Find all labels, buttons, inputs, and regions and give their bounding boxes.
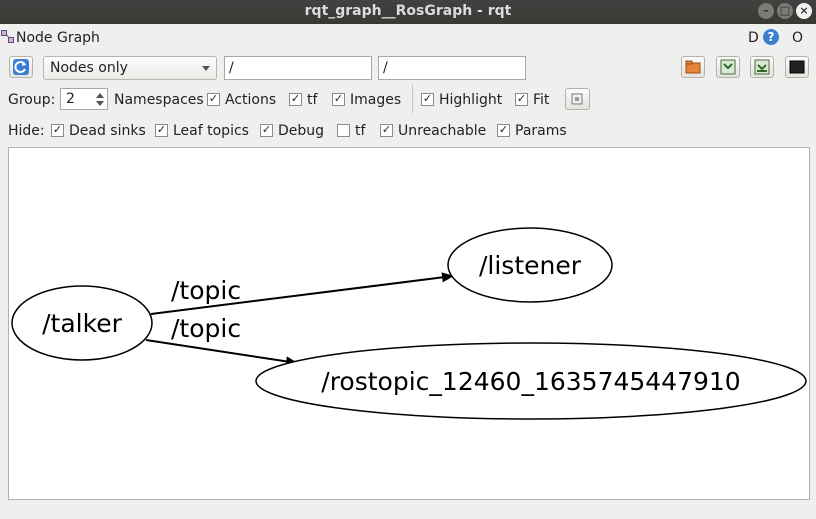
- node-label-talker: /talker: [42, 309, 122, 338]
- chevron-down-icon: [202, 66, 210, 71]
- params-checkbox[interactable]: ✓: [497, 124, 510, 137]
- window-title: rqt_graph__RosGraph - rqt: [304, 3, 512, 19]
- save-image-icon: [720, 59, 736, 75]
- spin-up-icon[interactable]: [96, 93, 104, 98]
- close-button[interactable]: ×: [796, 3, 812, 19]
- dock-button[interactable]: D: [748, 30, 759, 46]
- window-titlebar: rqt_graph__RosGraph - rqt – □ ×: [0, 0, 816, 24]
- plugin-header: Node Graph D ? O: [0, 27, 816, 49]
- hide-tf-label: tf: [355, 123, 366, 139]
- filter-mode-value: Nodes only: [50, 60, 128, 76]
- save-dot-button[interactable]: [716, 56, 740, 78]
- group-spinbox[interactable]: 2: [60, 88, 108, 110]
- screen-icon: [789, 60, 805, 74]
- node-graph-icon: [1, 30, 14, 43]
- edge-label-talker-rostopic: /topic: [171, 314, 241, 343]
- folder-icon: [685, 60, 701, 74]
- fit-checkbox[interactable]: ✓: [515, 93, 528, 106]
- minimize-button[interactable]: –: [758, 3, 774, 19]
- filter-mode-select[interactable]: Nodes only: [43, 56, 217, 80]
- namespaces-checkbox[interactable]: ✓: [207, 93, 220, 106]
- leaf-topics-label: Leaf topics: [173, 123, 249, 139]
- highlight-checkbox[interactable]: ✓: [421, 93, 434, 106]
- topic-filter-input[interactable]: [378, 56, 526, 80]
- leaf-topics-checkbox[interactable]: ✓: [155, 124, 168, 137]
- refresh-icon: [13, 59, 29, 75]
- divider: [412, 85, 413, 113]
- edge-label-talker-listener: /topic: [171, 276, 241, 305]
- fit-in-view-button[interactable]: [565, 88, 590, 110]
- plugin-title: Node Graph: [16, 30, 100, 46]
- group-label: Group:: [8, 92, 56, 108]
- spin-down-icon[interactable]: [96, 101, 104, 106]
- graph-canvas[interactable]: /topic /topic /talker /listener /rostopi…: [8, 147, 810, 500]
- tf-checkbox[interactable]: ✓: [332, 93, 345, 106]
- node-label-listener: /listener: [479, 251, 582, 280]
- help-icon[interactable]: ?: [763, 29, 779, 45]
- dead-sinks-checkbox[interactable]: ✓: [51, 124, 64, 137]
- unreachable-checkbox[interactable]: ✓: [380, 124, 393, 137]
- dead-sinks-label: Dead sinks: [69, 123, 146, 139]
- hide-tf-checkbox[interactable]: [337, 124, 350, 137]
- highlight-label: Highlight: [439, 92, 503, 108]
- save-image-button[interactable]: [785, 56, 809, 78]
- graph-svg: /topic /topic /talker /listener /rostopi…: [11, 227, 807, 420]
- fit-label: Fit: [533, 92, 550, 108]
- node-label-rostopic: /rostopic_12460_1635745447910: [321, 367, 740, 396]
- maximize-button[interactable]: □: [777, 3, 793, 19]
- debug-checkbox[interactable]: ✓: [260, 124, 273, 137]
- edge-talker-rostopic[interactable]: [145, 339, 298, 367]
- load-dot-button[interactable]: [681, 56, 705, 78]
- save-svg-icon: [754, 59, 770, 75]
- images-label: Images: [350, 92, 402, 108]
- fit-icon: [571, 93, 583, 105]
- group-value: 2: [66, 91, 75, 107]
- save-svg-button[interactable]: [750, 56, 774, 78]
- unreachable-label: Unreachable: [398, 123, 487, 139]
- actions-label: Actions: [225, 92, 277, 108]
- actions-checkbox[interactable]: ✓: [289, 93, 302, 106]
- tf-label: tf: [307, 92, 318, 108]
- refresh-button[interactable]: [9, 56, 33, 78]
- params-label: Params: [515, 123, 567, 139]
- hide-label: Hide:: [8, 123, 45, 139]
- debug-label: Debug: [278, 123, 325, 139]
- options-button[interactable]: O: [792, 30, 803, 46]
- node-filter-input[interactable]: [224, 56, 372, 80]
- namespaces-label: Namespaces: [114, 92, 204, 108]
